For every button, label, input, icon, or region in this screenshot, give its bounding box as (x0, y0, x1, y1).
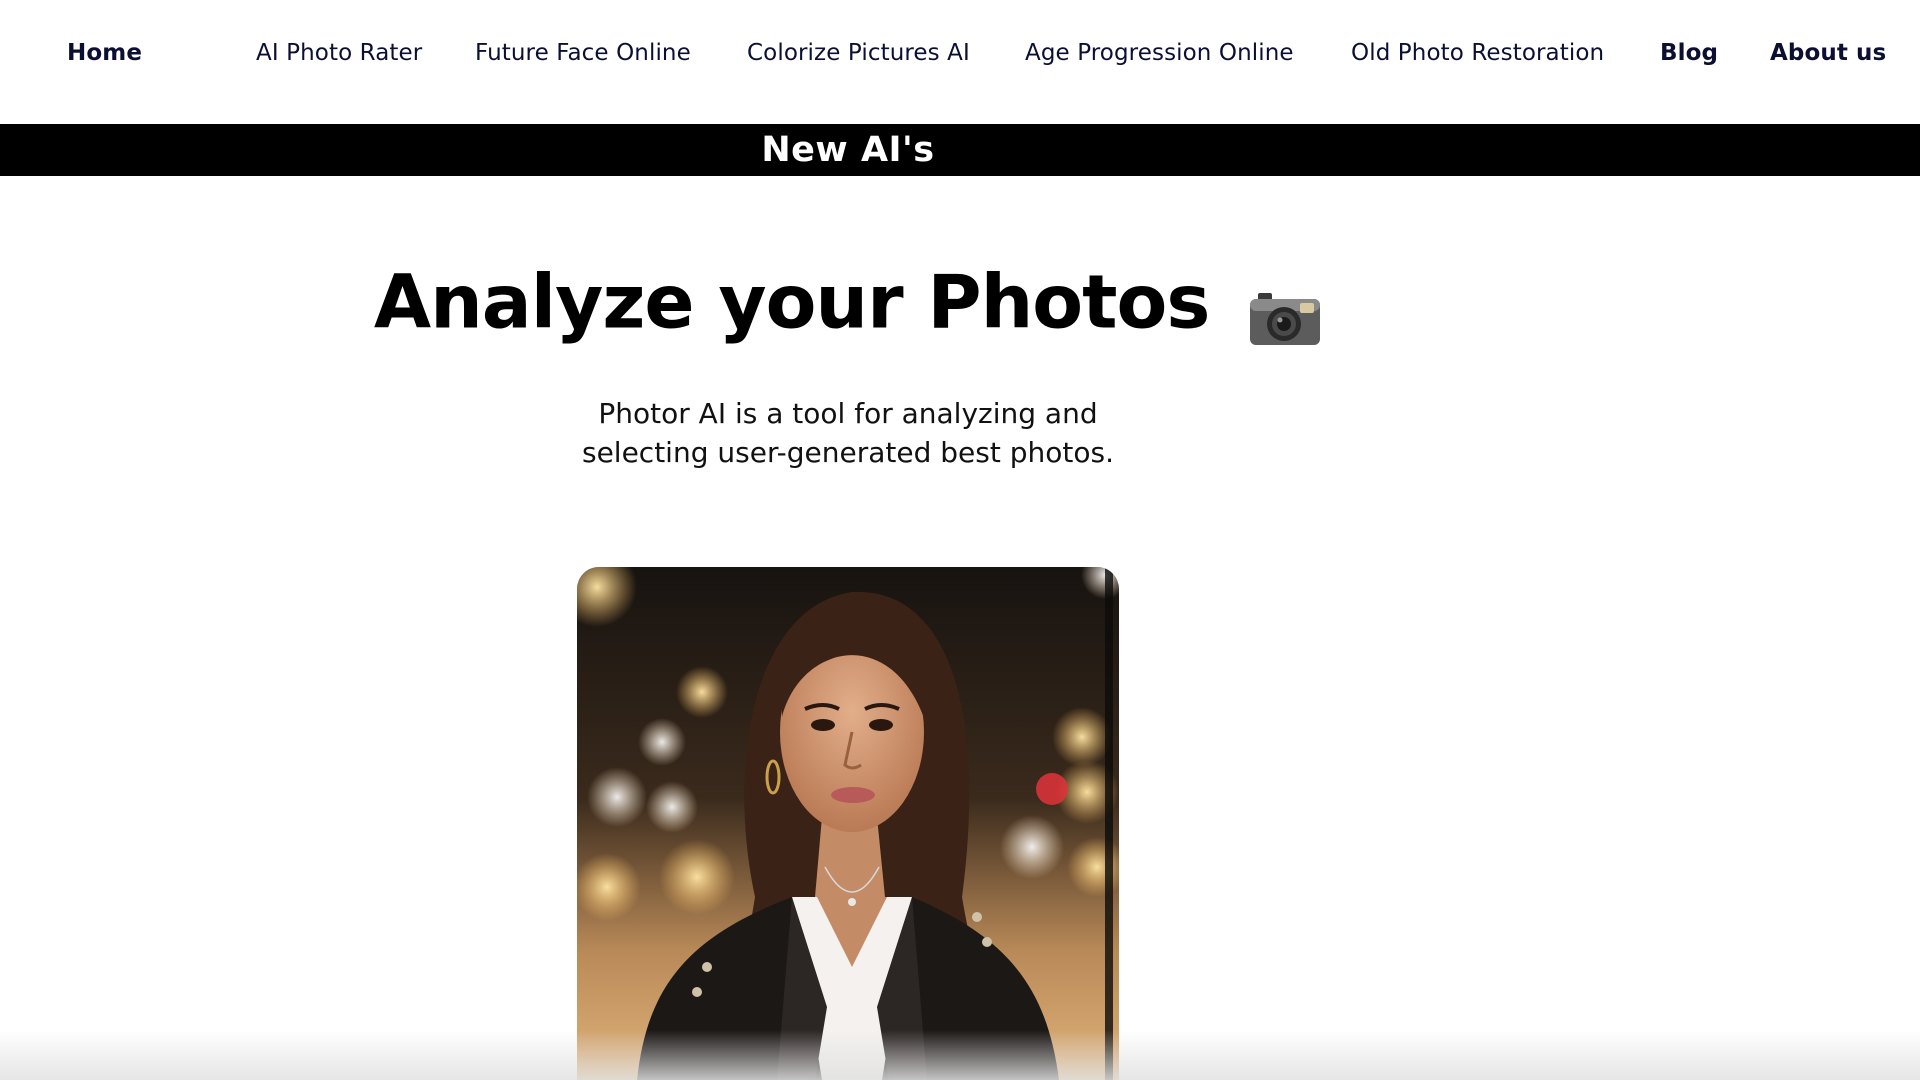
page-title-text: Analyze your Photos (373, 259, 1211, 346)
hero-description: Photor AI is a tool for analyzing and se… (548, 394, 1148, 472)
nav-link-old-photo-restoration[interactable]: Old Photo Restoration (1351, 37, 1604, 69)
new-ais-banner[interactable]: New AI's (0, 124, 1920, 176)
nav-link-colorize-pictures-ai[interactable]: Colorize Pictures AI (747, 37, 970, 69)
hero-description-line-2: selecting user-generated best photos. (581, 436, 1114, 469)
page-title: Analyze your Photos (0, 250, 1696, 350)
sample-portrait-photo (577, 567, 1119, 1080)
banner-label: New AI's (761, 130, 935, 170)
nav-link-home[interactable]: Home (67, 37, 142, 69)
hero-description-line-1: Photor AI is a tool for analyzing and (598, 397, 1098, 430)
nav-link-blog[interactable]: Blog (1660, 37, 1718, 69)
camera-icon (1248, 274, 1322, 346)
top-navigation: Home AI Photo Rater Future Face Online C… (0, 0, 1920, 124)
nav-link-age-progression-online[interactable]: Age Progression Online (1025, 37, 1294, 69)
nav-link-about-us[interactable]: About us (1770, 37, 1886, 69)
nav-link-ai-photo-rater[interactable]: AI Photo Rater (256, 37, 422, 69)
nav-link-future-face-online[interactable]: Future Face Online (475, 37, 691, 69)
